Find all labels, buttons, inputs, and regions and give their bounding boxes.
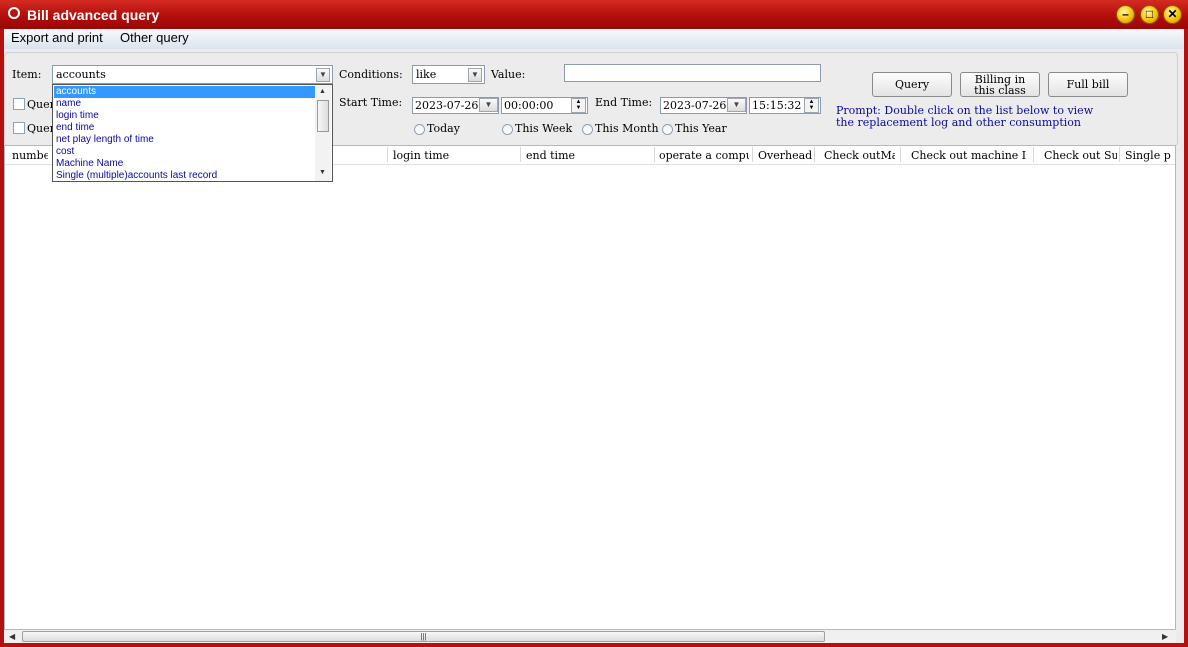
spin-updown-icon[interactable]: ▲ ▼: [804, 98, 819, 113]
prompt-line-2: the replacement log and other consumptio…: [836, 116, 1081, 129]
radio-this-week-label: This Week: [515, 122, 573, 135]
chevron-down-icon[interactable]: ▼: [316, 68, 330, 82]
dropdown-option-net-play-length[interactable]: net play length of time: [54, 134, 316, 146]
radio-this-month[interactable]: [582, 124, 593, 135]
column-divider[interactable]: [654, 147, 655, 162]
column-header-checkout-sum[interactable]: Check out Su: [1044, 149, 1117, 162]
window-title: Bill advanced query: [27, 7, 160, 23]
grip-icon: |||: [420, 632, 427, 641]
query-button[interactable]: Query: [872, 72, 952, 97]
item-select-value: accounts: [56, 68, 106, 81]
query-checkbox-1[interactable]: [13, 98, 25, 110]
title-bar[interactable]: [0, 0, 1188, 29]
scroll-right-icon[interactable]: ▶: [1162, 632, 1168, 641]
minimize-button[interactable]: –: [1116, 5, 1135, 24]
column-divider[interactable]: [520, 147, 521, 162]
scroll-left-icon[interactable]: ◀: [9, 632, 15, 641]
query-checkbox-2-label: Quer: [27, 122, 55, 135]
spin-updown-icon[interactable]: ▲ ▼: [571, 98, 586, 113]
dropdown-option-name[interactable]: name: [54, 98, 316, 110]
query-checkbox-1-label: Quer: [27, 98, 55, 111]
column-divider[interactable]: [814, 147, 815, 162]
column-header-operate-computer[interactable]: operate a compu: [659, 149, 749, 162]
start-time-value: 00:00:00: [504, 99, 554, 112]
dropdown-option-cost[interactable]: cost: [54, 146, 316, 158]
start-time-stepper[interactable]: 00:00:00 ▲ ▼: [501, 97, 588, 114]
column-header-end-time[interactable]: end time: [526, 149, 651, 162]
conditions-value: like: [416, 68, 437, 81]
billing-in-this-class-button[interactable]: Billing in this class: [960, 72, 1040, 97]
column-header-checkout-machine-id[interactable]: Check out machine I: [911, 149, 1028, 162]
query-checkbox-2[interactable]: [13, 122, 25, 134]
full-bill-button[interactable]: Full bill: [1048, 72, 1128, 97]
billing-button-line2: this class: [974, 84, 1026, 97]
app-icon: [8, 7, 20, 19]
radio-this-month-label: This Month: [595, 122, 659, 135]
value-input[interactable]: [564, 64, 821, 82]
column-divider[interactable]: [1119, 147, 1120, 162]
radio-this-year[interactable]: [662, 124, 673, 135]
start-date-picker[interactable]: 2023-07-26 ▼: [412, 97, 499, 114]
close-button[interactable]: ✕: [1163, 5, 1182, 24]
dropdown-option-login-time[interactable]: login time: [54, 110, 316, 122]
column-header-overhead[interactable]: Overhead: [758, 149, 812, 162]
maximize-button[interactable]: □: [1140, 5, 1159, 24]
column-divider[interactable]: [1033, 147, 1034, 162]
dropdown-option-accounts[interactable]: accounts: [54, 86, 316, 98]
end-time-stepper[interactable]: 15:15:32 ▲ ▼: [749, 97, 821, 114]
column-divider[interactable]: [752, 147, 753, 162]
end-time-label: End Time:: [595, 96, 653, 109]
end-date-picker[interactable]: 2023-07-26 ▼: [660, 97, 747, 114]
radio-today-label: Today: [427, 122, 460, 135]
start-date-value: 2023-07-26: [415, 99, 479, 112]
column-header-checkout-machine[interactable]: Check outMa: [824, 149, 895, 162]
column-header-number[interactable]: number: [12, 149, 48, 162]
dropdown-scroll-thumb[interactable]: [317, 100, 329, 132]
scroll-up-icon[interactable]: ▲: [319, 88, 326, 95]
item-select[interactable]: accounts ▼: [52, 65, 333, 84]
conditions-label: Conditions:: [339, 68, 403, 81]
column-divider[interactable]: [900, 147, 901, 162]
results-grid[interactable]: [4, 145, 1176, 630]
item-label: Item:: [12, 68, 42, 81]
end-time-value: 15:15:32: [752, 99, 802, 112]
chevron-down-icon[interactable]: ▼: [468, 68, 482, 82]
dropdown-option-last-record[interactable]: Single (multiple)accounts last record: [54, 170, 316, 181]
radio-this-week[interactable]: [502, 124, 513, 135]
radio-this-year-label: This Year: [675, 122, 727, 135]
calendar-dropdown-icon[interactable]: ▼: [727, 98, 746, 112]
conditions-select[interactable]: like ▼: [412, 65, 485, 84]
menu-other-query[interactable]: Other query: [120, 30, 189, 45]
scroll-down-icon[interactable]: ▼: [319, 169, 326, 176]
column-header-login-time[interactable]: login time: [393, 149, 518, 162]
calendar-dropdown-icon[interactable]: ▼: [479, 98, 498, 112]
full-bill-button-label: Full bill: [1066, 78, 1110, 91]
column-divider[interactable]: [387, 147, 388, 162]
dropdown-option-machine-name[interactable]: Machine Name: [54, 158, 316, 170]
column-header-single[interactable]: Single p: [1125, 149, 1175, 162]
value-label: Value:: [491, 68, 526, 81]
item-dropdown-list[interactable]: accounts name login time end time net pl…: [52, 84, 333, 182]
start-time-label: Start Time:: [339, 96, 403, 109]
menu-export-print[interactable]: Export and print: [11, 30, 103, 45]
radio-today[interactable]: [414, 124, 425, 135]
horizontal-scroll-thumb[interactable]: |||: [22, 631, 825, 642]
end-date-value: 2023-07-26: [663, 99, 727, 112]
dropdown-option-end-time[interactable]: end time: [54, 122, 316, 134]
query-button-label: Query: [894, 78, 930, 91]
